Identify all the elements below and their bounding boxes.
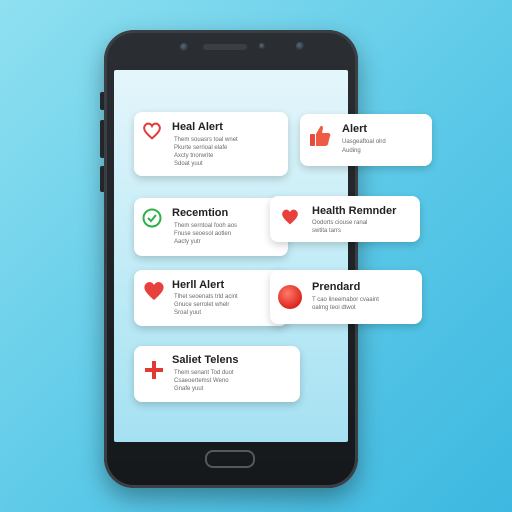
card-title: Herll Alert xyxy=(172,279,225,291)
card-title: Recemtion xyxy=(172,207,229,219)
card-title: Health Remnder xyxy=(312,205,397,217)
camera-lens-icon xyxy=(296,42,304,50)
card-text: Aacty yutr xyxy=(174,239,201,245)
card-text: Tlhet seoenats trld acint xyxy=(174,294,238,300)
medical-cross-icon xyxy=(144,360,164,385)
card-text: Auding xyxy=(342,148,361,154)
card-text: Gnuce serrolet whelr xyxy=(174,302,230,308)
thumbs-up-icon xyxy=(308,124,332,153)
notification-card-reception[interactable]: Recemtion Them serntoal fooh aos Fnuse s… xyxy=(134,198,288,256)
card-text: oalmg teoi dtwot xyxy=(312,305,356,311)
front-camera-icon xyxy=(180,43,188,51)
heart-icon xyxy=(280,208,300,231)
notification-card-heart-alert[interactable]: Heal Alert Them souasrs toal wnet Pkurte… xyxy=(134,112,288,176)
card-text: Uasgeaftoal olrd xyxy=(342,139,386,145)
notification-card-safety[interactable]: Saliet Telens Them senant Tod duot Csaeo… xyxy=(134,346,300,402)
card-title: Alert xyxy=(342,123,368,135)
card-text: Them souasrs toal wnet xyxy=(174,137,238,143)
card-text: Oodorts ciouse ranal xyxy=(312,220,368,226)
card-text: Pkurte serrioal elafe xyxy=(174,145,228,151)
heart-icon xyxy=(142,280,166,307)
notification-card-health-reminder[interactable]: Health Remnder Oodorts ciouse ranal swti… xyxy=(270,196,420,242)
card-title: Heal Alert xyxy=(172,121,223,133)
check-circle-icon xyxy=(142,208,162,233)
card-text: Axcty tnorwrite xyxy=(174,153,214,159)
card-text: Sroal yuut xyxy=(174,310,202,316)
notification-card-heart-alert-2[interactable]: Herll Alert Tlhet seoenats trld acint Gn… xyxy=(134,270,288,326)
card-title: Saliet Telens xyxy=(172,354,239,366)
card-text: Them serntoal fooh aos xyxy=(174,223,238,229)
card-text: swtita tarrs xyxy=(312,228,342,234)
notification-card-prendard[interactable]: Prendard T cao lineemabor cvaaint oalmg … xyxy=(270,270,422,324)
heart-outline-icon xyxy=(142,122,162,145)
card-text: Them senant Tod duot xyxy=(174,370,234,376)
card-text: Gnafe yuut xyxy=(174,386,204,392)
card-text: Csaeoertemst Weno xyxy=(174,378,229,384)
card-title: Prendard xyxy=(312,281,361,293)
card-text: T cao lineemabor cvaaint xyxy=(312,297,379,303)
sensor-icon xyxy=(259,43,265,49)
card-text: Sdoat yuut xyxy=(174,161,203,167)
home-button[interactable] xyxy=(205,450,255,468)
card-text: Fnuse seoesol aotlen xyxy=(174,231,232,237)
earpiece-speaker xyxy=(203,44,247,50)
red-dot-icon xyxy=(276,283,304,316)
notification-card-thumbs-alert[interactable]: Alert Uasgeaftoal olrd Auding xyxy=(300,114,432,166)
